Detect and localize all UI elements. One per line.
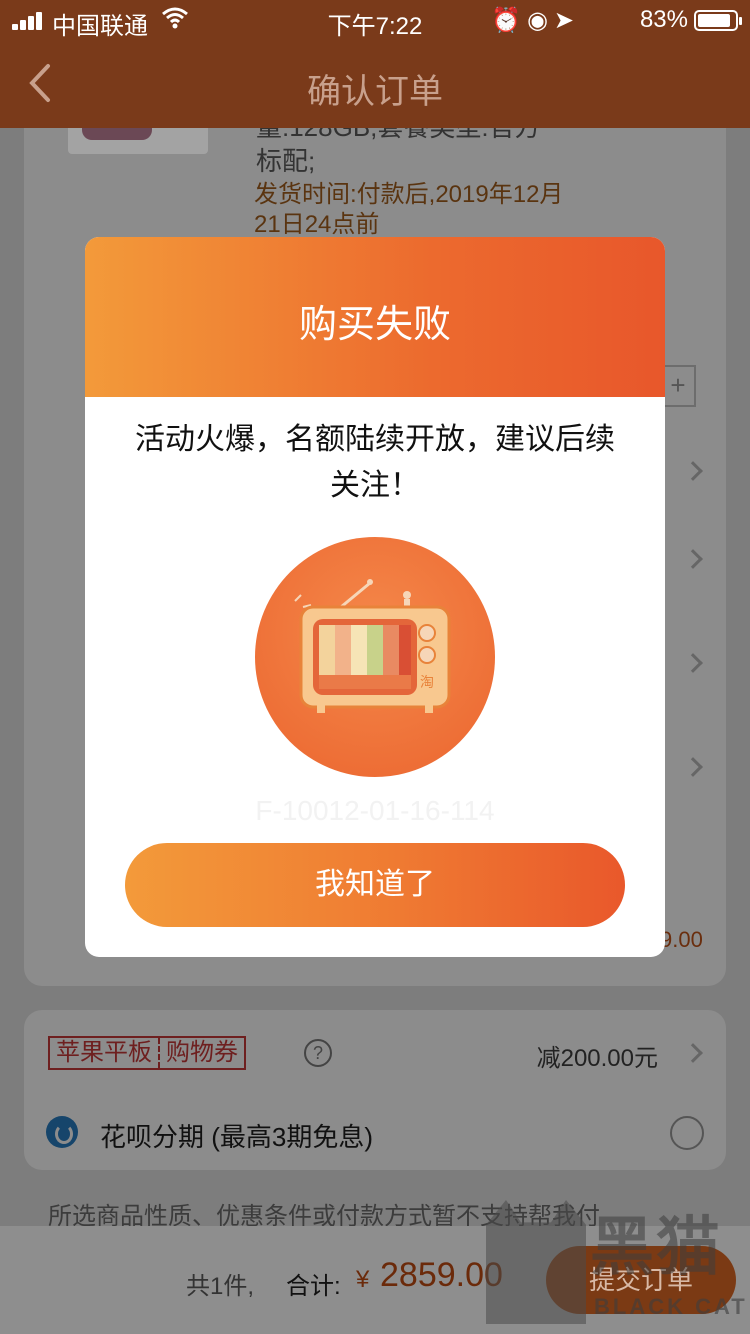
tv-char: 淘 [420,675,434,691]
location-icon: ➤ [553,7,580,34]
status-icons: ⏰◉➤ [491,6,580,35]
item-price: 9.00 [660,927,703,952]
currency-symbol: ¥ [356,1266,370,1293]
battery-icon [694,10,742,31]
got-it-button[interactable]: 我知道了 [125,843,625,927]
dialog-title: 购买失败 [298,304,451,346]
total-amount: 2859.00 [380,1256,503,1294]
coupon-tag-left: 苹果平板 [56,1039,152,1066]
help-icon[interactable]: ? [304,1039,332,1067]
nav-bar: 确认订单 [0,40,750,128]
coupon-discount[interactable]: 减200.00元 [537,1038,658,1073]
error-code: F-10012-01-16-114 [255,795,495,826]
battery-percent: 83% [639,6,688,33]
huabei-icon [46,1116,78,1148]
clock: 下午7:22 [327,13,423,40]
ship-time-text: 发货时间:付款后,2019年12月21日24点前 [254,181,564,238]
item-count: 共1件, [186,1273,255,1300]
purchase-failed-dialog: 购买失败 活动火爆，名额陆续开放，建议后续关注！ 淘 F-10012-01-16… [85,237,665,957]
coupon-tag: 苹果平板 购物券 [48,1036,246,1070]
huabei-radio[interactable] [670,1116,704,1150]
tv-illustration-icon: 淘 [255,537,495,777]
total-label: 合计: [286,1273,341,1300]
status-bar: 中国联通 下午7:22 ⏰◉➤ 83% [0,0,750,40]
quantity-plus-button[interactable]: + [662,365,696,407]
page-title: 确认订单 [307,73,443,111]
alarm-icon: ⏰ [491,7,527,34]
huabei-label: 花呗分期 (最高3期免息) [100,1122,374,1152]
coupon-tag-right: 购物券 [158,1038,244,1068]
rotation-lock-icon: ◉ [526,7,554,34]
dialog-message: 活动火爆，名额陆续开放，建议后续关注！ [135,423,615,502]
submit-order-button[interactable]: 提交订单 [546,1246,736,1314]
dialog-header: 购买失败 [85,237,665,397]
